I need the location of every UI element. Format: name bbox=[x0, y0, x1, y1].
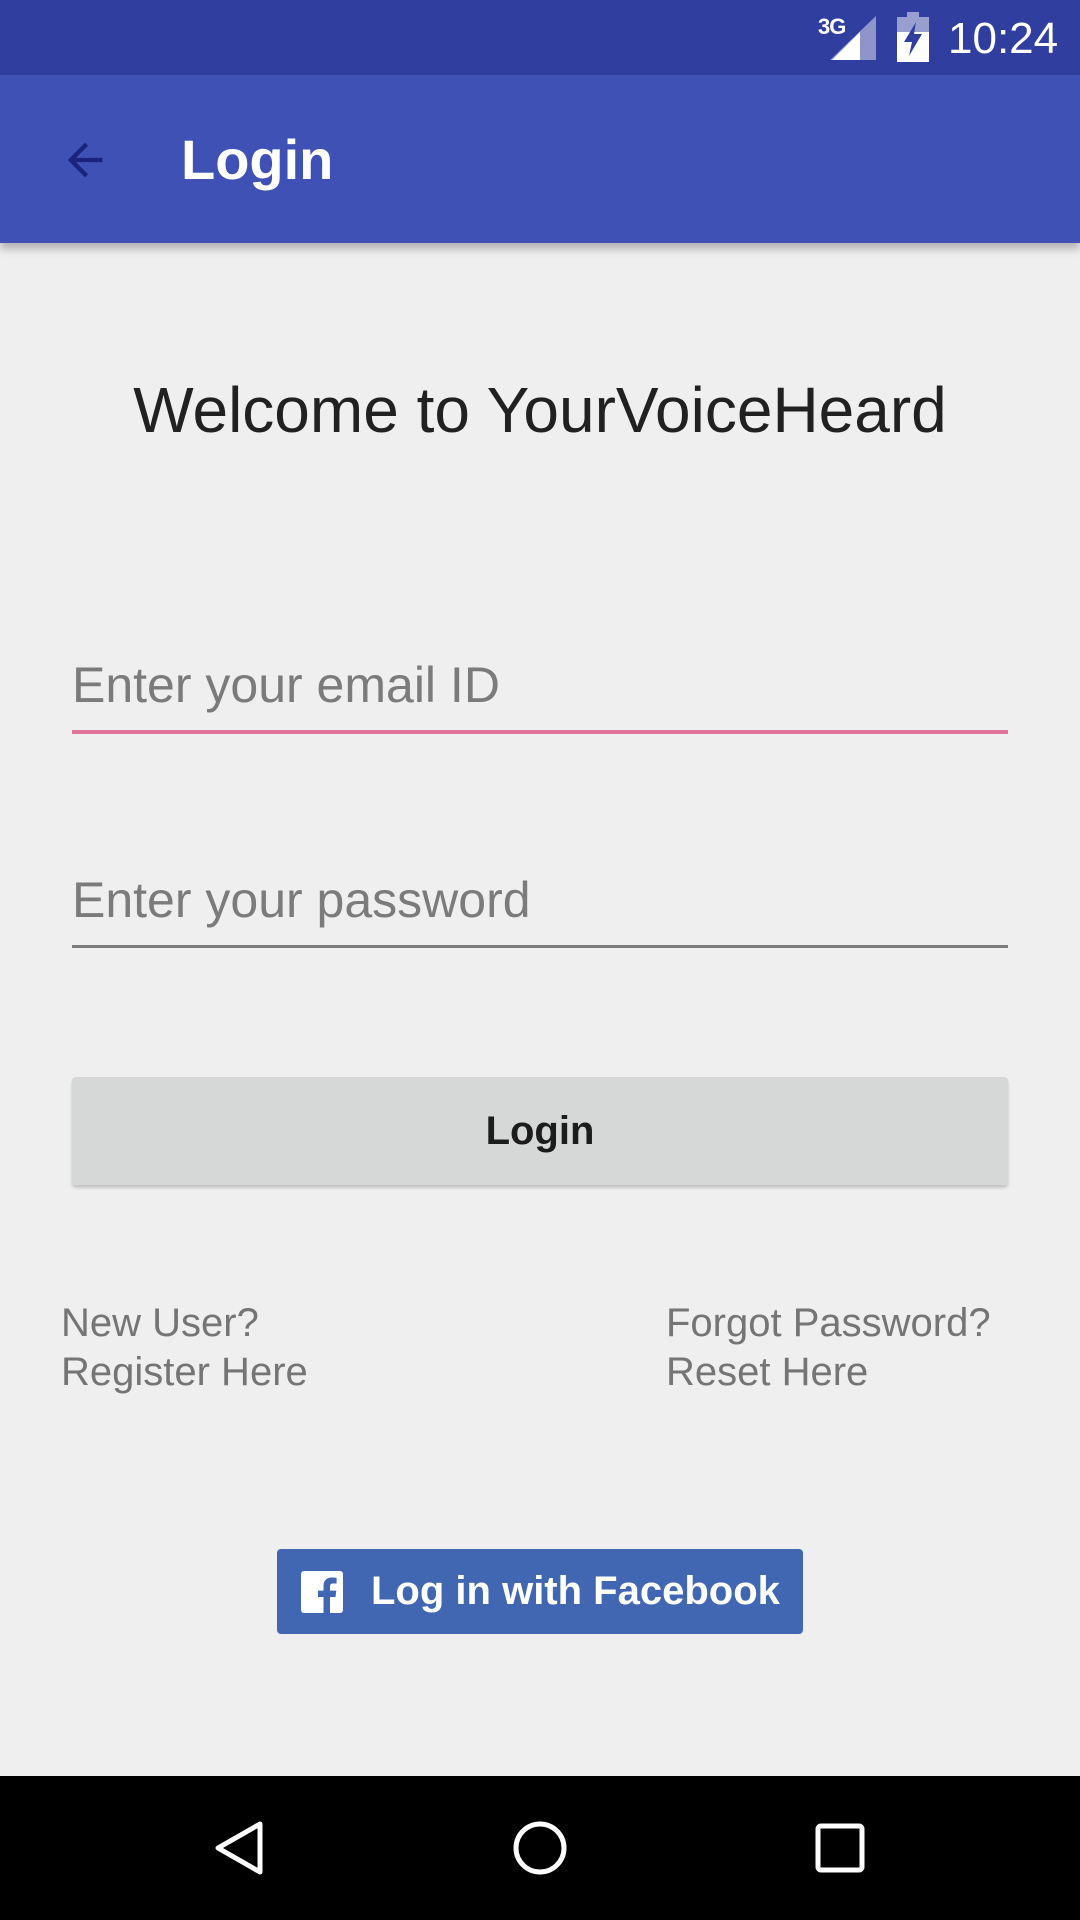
facebook-login-button[interactable]: Log in with Facebook bbox=[277, 1549, 803, 1634]
login-button[interactable]: Login bbox=[72, 1077, 1008, 1185]
facebook-icon bbox=[301, 1570, 343, 1613]
battery-charging-icon bbox=[897, 12, 929, 62]
arrow-back-icon bbox=[67, 142, 103, 178]
forgot-password-label: Forgot Password? bbox=[666, 1301, 991, 1345]
welcome-heading: Welcome to YourVoiceHeard bbox=[133, 374, 947, 446]
cell-signal-icon bbox=[830, 16, 876, 60]
nav-back-icon bbox=[215, 1821, 263, 1875]
nav-recents-button[interactable] bbox=[790, 1798, 890, 1898]
page-title: Login bbox=[181, 128, 334, 191]
status-time: 10:24 bbox=[948, 14, 1059, 63]
navigation-bar bbox=[0, 1776, 1080, 1920]
email-field[interactable] bbox=[72, 640, 1008, 734]
nav-back-button[interactable] bbox=[190, 1798, 290, 1898]
facebook-login-label: Log in with Facebook bbox=[371, 1569, 780, 1613]
app-bar: Login bbox=[0, 75, 1080, 243]
password-field[interactable] bbox=[72, 855, 1008, 948]
back-button[interactable] bbox=[40, 115, 130, 205]
nav-home-button[interactable] bbox=[490, 1798, 590, 1898]
status-bar: 3G 10:24 bbox=[0, 0, 1080, 75]
register-link[interactable]: Register Here bbox=[61, 1348, 308, 1396]
nav-recents-icon bbox=[815, 1823, 865, 1873]
nav-home-icon bbox=[513, 1821, 567, 1875]
reset-password-link[interactable]: Reset Here bbox=[666, 1348, 868, 1396]
new-user-label: New User? bbox=[61, 1301, 259, 1345]
